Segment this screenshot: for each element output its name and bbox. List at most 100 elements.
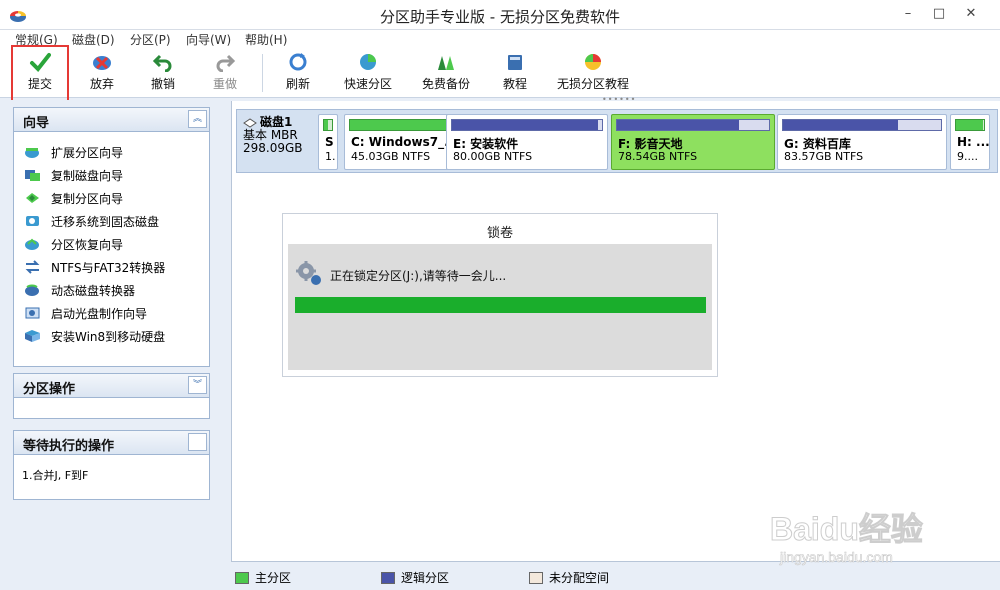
partition-usage-bar xyxy=(323,119,333,131)
refresh-button[interactable]: 刷新 xyxy=(278,52,318,94)
partition-usage-fill xyxy=(452,120,598,130)
partition-block[interactable]: H: ... 9.... xyxy=(950,114,990,170)
partition-block[interactable]: G: 资料百库 83.57GB NTFS xyxy=(777,114,947,170)
wizard-item-label: 安装Win8到移动硬盘 xyxy=(51,329,166,344)
convert-fs-icon xyxy=(25,260,40,274)
backup-icon xyxy=(438,56,454,70)
book-icon xyxy=(508,55,522,70)
dialog-body: 正在锁定分区(J:),请等待一会儿... xyxy=(288,244,712,370)
partition-size: 45.03GB NTFS xyxy=(351,150,431,163)
toolbar: 提交 放弃 撤销 重做 刷新 快速分区 免费备份 教程 无损分区教程 xyxy=(0,48,1000,98)
wizard-item-label: 复制磁盘向导 xyxy=(51,168,124,183)
legend-primary-label: 主分区 xyxy=(255,571,292,585)
collapse-down-icon[interactable]: ︾ xyxy=(188,376,207,394)
partition-block[interactable]: S 1. xyxy=(318,114,338,170)
free-backup-button[interactable]: 免费备份 xyxy=(419,52,473,94)
partition-size: 83.57GB NTFS xyxy=(784,150,864,163)
maximize-button[interactable]: □ xyxy=(928,4,950,24)
copy-partition-icon xyxy=(26,193,39,203)
dynamic-disk-icon xyxy=(25,284,39,296)
tutorial-label: 教程 xyxy=(502,77,527,91)
svg-text:Baidu经验: Baidu经验 xyxy=(770,511,923,547)
pending-ops-header: 等待执行的操作 xyxy=(14,431,209,455)
baidu-watermark-logo: Baidu经验 jingyan.baidu.com xyxy=(770,511,924,566)
wizard-item-dynamic-disk[interactable]: 动态磁盘转换器 xyxy=(24,280,135,300)
partition-ops-header: 分区操作 ︾ xyxy=(14,374,209,398)
wizard-panel-title: 向导 xyxy=(23,116,50,131)
discard-icon xyxy=(93,56,111,70)
window-title: 分区助手专业版 - 无损分区免费软件 xyxy=(380,8,620,26)
wizard-item-extend[interactable]: 扩展分区向导 xyxy=(24,142,123,162)
wizard-item-boot-cd[interactable]: 启动光盘制作向导 xyxy=(24,303,147,323)
partition-usage-fill xyxy=(350,120,454,130)
partition-usage-fill xyxy=(617,120,739,130)
redo-button[interactable]: 重做 xyxy=(205,52,245,94)
wizard-item-ntfs-fat32[interactable]: NTFS与FAT32转换器 xyxy=(24,257,165,277)
lossless-tutorial-icon xyxy=(585,54,601,70)
collapse-up-icon[interactable]: ︽ xyxy=(188,110,207,128)
menu-bar: 常规(G) 磁盘(D) 分区(P) 向导(W) 帮助(H) xyxy=(0,30,1000,48)
close-button[interactable]: ✕ xyxy=(960,4,982,24)
partition-usage-fill xyxy=(324,120,328,130)
menu-wizard[interactable]: 向导(W) xyxy=(186,31,231,48)
lossless-tutorial-button[interactable]: 无损分区教程 xyxy=(554,52,632,94)
discard-label: 放弃 xyxy=(89,77,114,91)
tutorial-button[interactable]: 教程 xyxy=(497,52,533,94)
partition-size: 80.00GB NTFS xyxy=(453,150,533,163)
partition-name: S xyxy=(325,135,334,149)
refresh-label: 刷新 xyxy=(285,77,310,91)
dialog-title: 锁卷 xyxy=(486,226,513,241)
partition-ops-title: 分区操作 xyxy=(23,382,76,397)
legend-unallocated: 未分配空间 xyxy=(529,569,609,586)
menu-partition[interactable]: 分区(P) xyxy=(130,31,171,48)
partition-size: 1. xyxy=(325,150,336,163)
progress-bar xyxy=(295,297,706,313)
lossless-tutorial-label: 无损分区教程 xyxy=(556,77,629,91)
partition-usage-fill xyxy=(956,120,983,130)
main-area: 磁盘1 基本 MBR 298.09GB S 1. C: Windows7_... 45… xyxy=(231,101,1000,561)
disk-map: 磁盘1 基本 MBR 298.09GB S 1. C: Windows7_... 45… xyxy=(236,109,998,173)
win8-usb-icon xyxy=(25,330,40,342)
quick-partition-button[interactable]: 快速分区 xyxy=(341,52,395,94)
primary-swatch xyxy=(235,571,249,584)
partition-size: 9.... xyxy=(957,150,978,163)
wizard-item-label: 分区恢复向导 xyxy=(51,237,124,252)
partition-recovery-icon xyxy=(25,238,39,250)
partition-usage-bar xyxy=(616,119,770,131)
partition-usage-fill xyxy=(783,120,899,130)
wizard-item-recovery[interactable]: 分区恢复向导 xyxy=(24,234,123,254)
pending-ops-title: 等待执行的操作 xyxy=(23,439,115,454)
disk-size: 298.09GB xyxy=(243,141,303,155)
legend-logical: 逻辑分区 xyxy=(381,569,449,586)
pending-collapse-button[interactable] xyxy=(188,433,207,451)
partition-block[interactable]: E: 安装软件 80.00GB NTFS xyxy=(446,114,608,170)
wizard-item-migrate-ssd[interactable]: 迁移系统到固态磁盘 xyxy=(24,211,159,231)
wizard-item-copy-partition[interactable]: 复制分区向导 xyxy=(24,188,123,208)
partition-usage-bar xyxy=(782,119,942,131)
discard-button[interactable]: 放弃 xyxy=(82,52,122,94)
partition-name: H: ... xyxy=(957,135,990,149)
partition-block[interactable]: F: 影音天地 78.54GB NTFS xyxy=(611,114,775,170)
legend-primary: 主分区 xyxy=(235,569,291,586)
menu-help[interactable]: 帮助(H) xyxy=(245,31,287,48)
gear-icon xyxy=(296,261,321,285)
pending-op-item: 1.合并J, F到F xyxy=(22,469,89,482)
minimize-button[interactable]: – xyxy=(897,4,919,24)
menu-disk[interactable]: 磁盘(D) xyxy=(72,31,115,48)
undo-icon xyxy=(152,54,172,72)
wizard-item-win8-usb[interactable]: 安装Win8到移动硬盘 xyxy=(24,326,165,346)
undo-label: 撤销 xyxy=(150,77,175,91)
quick-partition-icon xyxy=(360,54,376,70)
legend-logical-label: 逻辑分区 xyxy=(401,571,450,585)
wizard-panel: 向导 ︽ 扩展分区向导 复制磁盘向导 复制分区向导 迁移系统到固态磁盘 分区恢复… xyxy=(13,107,210,367)
wizard-panel-header: 向导 ︽ xyxy=(14,108,209,132)
quick-partition-label: 快速分区 xyxy=(343,77,392,91)
wizard-item-copy-disk[interactable]: 复制磁盘向导 xyxy=(24,165,123,185)
disk-icon xyxy=(243,117,257,128)
toolbar-separator xyxy=(262,54,263,92)
dialog-message: 正在锁定分区(J:),请等待一会儿... xyxy=(330,269,507,283)
legend-unallocated-label: 未分配空间 xyxy=(549,571,610,585)
disk-info[interactable]: 磁盘1 基本 MBR 298.09GB xyxy=(243,116,319,155)
undo-button[interactable]: 撤销 xyxy=(143,52,183,94)
logical-swatch xyxy=(381,571,395,584)
